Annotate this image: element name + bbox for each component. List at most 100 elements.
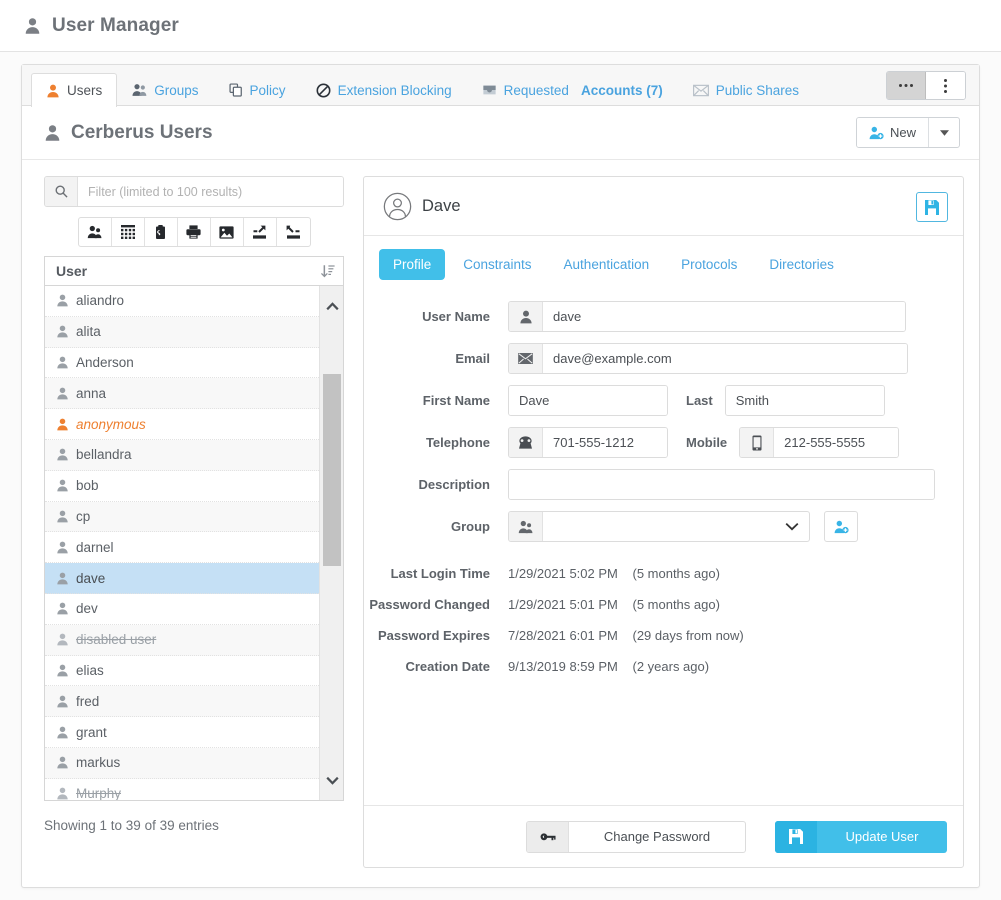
telephone-input[interactable] (543, 428, 667, 457)
info-label: Last Login Time (364, 566, 508, 581)
tabstrip-button-group (886, 71, 966, 100)
ellipsis-horizontal-button[interactable] (887, 72, 926, 99)
user-list-item[interactable]: disabled user (45, 625, 321, 656)
tab-label: Groups (154, 83, 198, 98)
user-list-item[interactable]: cp (45, 502, 321, 533)
user-list-item-label: fred (76, 694, 99, 709)
username-input[interactable] (543, 302, 905, 331)
page-title: Cerberus Users (71, 122, 213, 144)
body-split: User aliandroalitaAnders (22, 160, 979, 868)
user-list-item-label: darnel (76, 540, 114, 555)
floppy-icon (925, 200, 939, 215)
lastname-input[interactable] (726, 386, 884, 415)
mobile-input[interactable] (774, 428, 898, 457)
add-group-button[interactable] (824, 511, 858, 542)
user-list-item[interactable]: fred (45, 686, 321, 717)
user-list-item-label: markus (76, 755, 120, 770)
envelope-icon (693, 84, 709, 97)
user-list-item[interactable]: bellandra (45, 440, 321, 471)
import-icon[interactable] (244, 218, 277, 246)
user-list-item[interactable]: Anderson (45, 348, 321, 379)
scroll-up-icon[interactable] (320, 294, 343, 318)
scroll-down-icon[interactable] (320, 768, 343, 792)
ellipsis-vertical-button[interactable] (926, 72, 965, 99)
tab-suffix: Accounts (7) (581, 83, 663, 98)
user-list-item[interactable]: dave (45, 563, 321, 594)
subtab-constraints[interactable]: Constraints (449, 249, 545, 280)
user-list-item-label: elias (76, 663, 104, 678)
subtab-authentication[interactable]: Authentication (550, 249, 664, 280)
group-icon[interactable] (79, 218, 112, 246)
user-list: aliandroalita Anderson annaanonymous bellan… (45, 286, 321, 800)
user-list-item[interactable]: Murphy (45, 779, 321, 800)
info-value: 9/13/2019 8:59 PM (2 years ago) (508, 659, 709, 674)
clipboard-icon[interactable] (145, 218, 178, 246)
scrollbar-thumb[interactable] (323, 374, 341, 566)
new-dropdown-button[interactable] (928, 118, 959, 147)
subtab-directories[interactable]: Directories (755, 249, 848, 280)
change-password-button[interactable]: Change Password (526, 821, 746, 853)
user-list-item-label: Murphy (76, 786, 121, 800)
tab-users[interactable]: Users (31, 73, 117, 107)
user-icon (56, 787, 69, 800)
user-list-item[interactable]: dev (45, 594, 321, 625)
grid-icon[interactable] (112, 218, 145, 246)
tab-requested-accounts[interactable]: Requested Accounts (7) (467, 73, 678, 106)
tab-policy[interactable]: Policy (214, 73, 301, 106)
user-list-item-label: Anderson (76, 355, 134, 370)
image-icon[interactable] (211, 218, 244, 246)
update-user-button[interactable]: Update User (775, 821, 947, 853)
user-list-item[interactable]: markus (45, 748, 321, 779)
info-datetime: 7/28/2021 6:01 PM (508, 628, 618, 643)
detail-panel: Dave Profile (363, 176, 964, 868)
user-icon (56, 541, 69, 554)
last-label: Last (668, 393, 725, 408)
filter-bar (44, 176, 344, 207)
info-relative: (2 years ago) (632, 659, 709, 674)
user-list-item[interactable]: darnel (45, 532, 321, 563)
subtab-label: Protocols (681, 257, 737, 272)
chevron-down-icon[interactable] (775, 512, 809, 541)
save-button[interactable] (916, 192, 948, 222)
export-icon[interactable] (277, 218, 310, 246)
search-input[interactable] (78, 177, 343, 206)
info-relative: (29 days from now) (632, 628, 743, 643)
user-list-item[interactable]: alita (45, 317, 321, 348)
user-list-item[interactable]: bob (45, 471, 321, 502)
print-icon[interactable] (178, 218, 211, 246)
tab-groups[interactable]: Groups (117, 73, 213, 106)
user-icon (56, 356, 69, 369)
user-list-item[interactable]: grant (45, 717, 321, 748)
user-list-item[interactable]: aliandro (45, 286, 321, 317)
group-select-input[interactable] (543, 512, 775, 541)
user-list-item[interactable]: anna (45, 378, 321, 409)
sort-icon[interactable] (321, 264, 335, 278)
subtab-profile[interactable]: Profile (379, 249, 445, 280)
new-button-label: New (890, 125, 916, 140)
form-row-group: Group (364, 511, 935, 542)
new-button[interactable]: New (857, 118, 928, 147)
info-label: Password Changed (364, 597, 508, 612)
firstname-input[interactable] (509, 386, 667, 415)
mobile-input-group (739, 427, 899, 458)
email-input[interactable] (543, 344, 907, 373)
user-list-item-label: bellandra (76, 447, 132, 462)
user-list-item[interactable]: anonymous (45, 409, 321, 440)
user-icon (56, 387, 69, 400)
tab-public-shares[interactable]: Public Shares (678, 73, 814, 106)
subtab-label: Profile (393, 257, 431, 272)
user-list-header[interactable]: User (45, 257, 343, 286)
user-list-item[interactable]: elias (45, 656, 321, 687)
user-list-scrollbar[interactable] (319, 286, 343, 800)
ellipsis-v-icon (943, 78, 948, 94)
user-icon (44, 124, 61, 142)
description-input-group (508, 469, 935, 500)
subtab-protocols[interactable]: Protocols (667, 249, 751, 280)
form-row-phones: Telephone Mobile (364, 427, 935, 458)
tab-extension-blocking[interactable]: Extension Blocking (301, 73, 467, 106)
user-list-item-label: dave (76, 571, 105, 586)
user-list-item-label: grant (76, 725, 107, 740)
description-input[interactable] (509, 470, 934, 499)
subtab-label: Constraints (463, 257, 531, 272)
user-icon (56, 726, 69, 739)
